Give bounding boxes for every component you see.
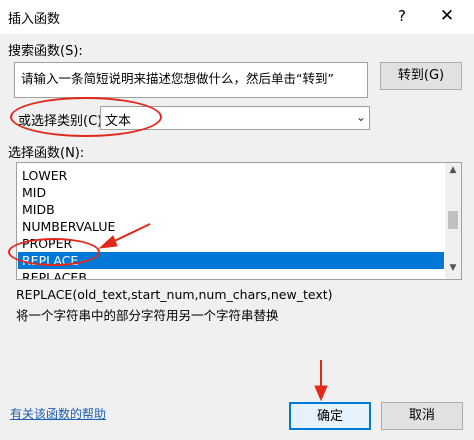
annotation-arrowhead-list [98, 235, 118, 249]
annotation-arrows [98, 223, 328, 402]
annotation-arrowhead-ok [314, 385, 328, 402]
